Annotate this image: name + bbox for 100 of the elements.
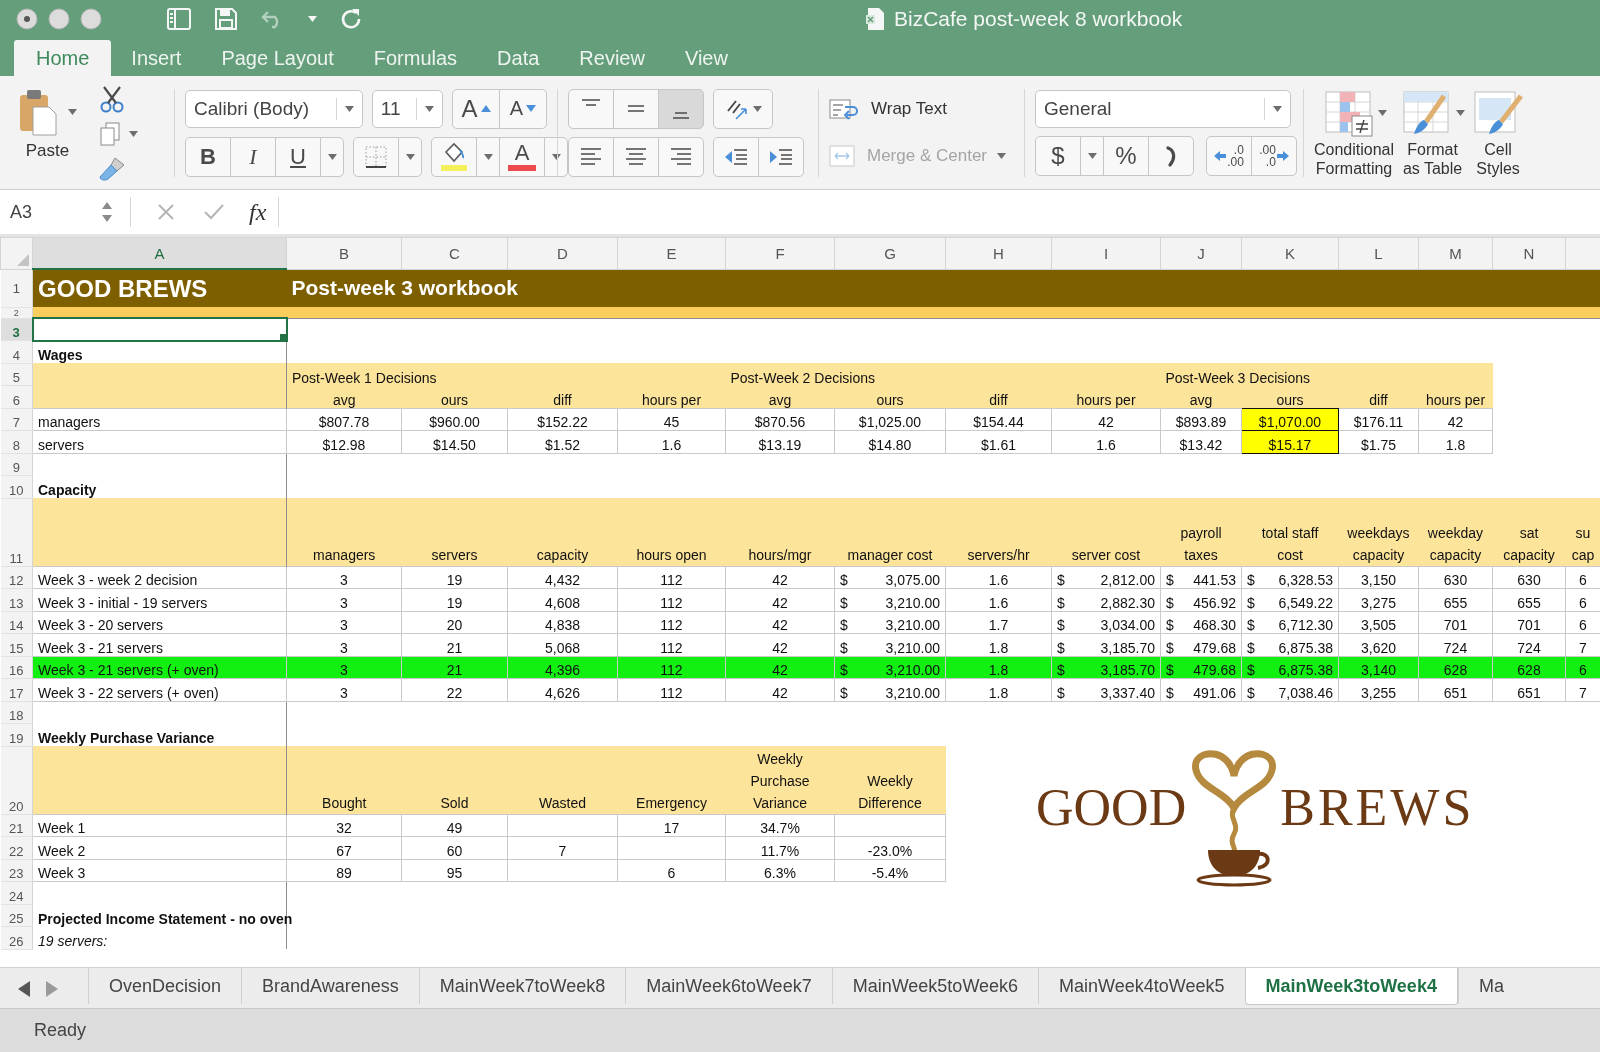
top-align-button[interactable]	[568, 88, 614, 129]
column-header[interactable]: D	[507, 237, 618, 269]
sheet-tab[interactable]: OvenDecision	[88, 968, 242, 1004]
column-header[interactable]: K	[1241, 237, 1339, 269]
borders-menu-button[interactable]	[398, 136, 422, 177]
save-icon[interactable]	[214, 7, 238, 31]
currency-menu-button[interactable]	[1080, 135, 1104, 176]
sheet-tab[interactable]: MainWeek7toWeek8	[418, 968, 626, 1004]
increase-indent-button[interactable]	[758, 136, 804, 177]
row-number[interactable]: 5	[0, 363, 33, 386]
row-number[interactable]: 25	[0, 904, 33, 927]
row-number[interactable]: 8	[0, 430, 33, 453]
column-heading: Wasted	[539, 793, 586, 813]
sheet-tab[interactable]: Ma	[1457, 968, 1524, 1004]
row-number[interactable]: 17	[0, 678, 33, 701]
sidebar-icon[interactable]	[166, 7, 192, 31]
row-number[interactable]: 2	[0, 307, 33, 318]
row-number[interactable]: 16	[0, 656, 33, 679]
row-number[interactable]: 24	[0, 881, 33, 904]
sheet-tab[interactable]: MainWeek4toWeek5	[1038, 968, 1245, 1004]
minimize-button[interactable]	[48, 8, 70, 30]
format-as-table-button[interactable]: Format as Table	[1400, 87, 1466, 178]
conditional-formatting-button[interactable]: Conditional Formatting	[1314, 87, 1395, 178]
ribbon-tab[interactable]: Home	[14, 40, 112, 76]
paste-button[interactable]: Paste	[14, 84, 81, 181]
close-button[interactable]	[16, 8, 38, 30]
row-number[interactable]: 22	[0, 836, 33, 859]
row-number[interactable]: 3	[0, 318, 33, 341]
row-number[interactable]: 11	[0, 498, 33, 566]
column-header[interactable]: B	[286, 237, 402, 269]
wrap-text-button[interactable]: Wrap Text	[829, 97, 1014, 120]
column-header[interactable]: M	[1418, 237, 1493, 269]
orientation-button[interactable]	[713, 88, 773, 129]
sheet-tab[interactable]: MainWeek3toWeek4	[1244, 968, 1458, 1005]
row-number[interactable]: 9	[0, 453, 33, 476]
scissors-icon[interactable]	[99, 84, 125, 113]
name-box[interactable]: A3	[0, 192, 118, 232]
currency-button[interactable]: $	[1035, 135, 1081, 176]
column-header[interactable]: L	[1338, 237, 1419, 269]
sheet-tab[interactable]: MainWeek6toWeek7	[625, 968, 832, 1004]
left-align-button[interactable]	[568, 136, 614, 177]
font-color-button[interactable]: A	[499, 136, 545, 177]
grow-font-button[interactable]: A	[452, 88, 500, 129]
sheet-tab[interactable]: BrandAwareness	[241, 968, 419, 1004]
italic-button[interactable]: I	[230, 136, 276, 177]
row-number[interactable]: 4	[0, 340, 33, 363]
row-number[interactable]: 19	[0, 723, 33, 746]
fill-color-button[interactable]	[431, 136, 477, 177]
decrease-indent-button[interactable]	[713, 136, 759, 177]
row-number[interactable]: 14	[0, 611, 33, 634]
scroll-left-button[interactable]	[18, 981, 32, 997]
zoom-button[interactable]	[80, 8, 102, 30]
column-header[interactable]: C	[401, 237, 508, 269]
row-number[interactable]: 6	[0, 385, 33, 408]
right-align-button[interactable]	[658, 136, 704, 177]
check-icon[interactable]	[203, 203, 225, 221]
bold-button[interactable]: B	[185, 136, 231, 177]
cell-styles-button[interactable]: Cell Styles	[1471, 87, 1526, 178]
row-number[interactable]: 12	[0, 566, 33, 589]
center-align-button[interactable]	[613, 136, 659, 177]
row-number[interactable]: 18	[0, 701, 33, 724]
font-name-dropdown[interactable]: Calibri (Body)	[185, 89, 363, 128]
row-number[interactable]: 20	[0, 746, 33, 814]
column-header[interactable]: N	[1492, 237, 1566, 269]
borders-button[interactable]	[353, 136, 399, 177]
column-header[interactable]: F	[725, 237, 835, 269]
sheet-tab[interactable]: MainWeek5toWeek6	[831, 968, 1039, 1004]
column-header[interactable]: I	[1051, 237, 1161, 269]
row-number[interactable]: 1	[0, 269, 33, 307]
scroll-right-button[interactable]	[44, 981, 58, 997]
underline-menu-button[interactable]	[320, 136, 344, 177]
column-header[interactable]: J	[1160, 237, 1242, 269]
caret-icon[interactable]	[308, 16, 317, 22]
increase-decimal-button[interactable]: .0 .00	[1206, 135, 1252, 176]
row-number[interactable]: 13	[0, 588, 33, 611]
row-number[interactable]: 21	[0, 814, 33, 837]
bottom-align-button[interactable]	[658, 88, 704, 129]
column-header[interactable]: H	[945, 237, 1052, 269]
middle-align-button[interactable]	[613, 88, 659, 129]
row-number[interactable]: 10	[0, 475, 33, 498]
fill-color-menu-button[interactable]	[476, 136, 500, 177]
row-number[interactable]: 26	[0, 926, 33, 949]
font-size-dropdown[interactable]: 11	[371, 89, 443, 128]
font-color-menu-button[interactable]	[544, 136, 568, 177]
column-header[interactable]: A	[32, 237, 287, 269]
percent-button[interactable]: %	[1103, 135, 1149, 176]
row-number[interactable]: 23	[0, 859, 33, 882]
column-header[interactable]: E	[617, 237, 726, 269]
number-format-dropdown[interactable]: General	[1035, 89, 1291, 128]
row-number[interactable]: 7	[0, 408, 33, 431]
redo-icon[interactable]	[339, 7, 363, 31]
comma-style-button[interactable]	[1148, 135, 1194, 176]
decrease-decimal-button[interactable]: .00 .0	[1251, 135, 1297, 176]
underline-button[interactable]: U	[275, 136, 321, 177]
shrink-font-button[interactable]: A	[499, 88, 547, 129]
column-header[interactable]: G	[834, 237, 946, 269]
highlighted-cell[interactable]: $1,070.00	[1241, 408, 1339, 431]
row-number[interactable]: 15	[0, 633, 33, 656]
insert-function-button[interactable]: fx	[249, 198, 267, 226]
active-cell[interactable]	[32, 318, 287, 341]
